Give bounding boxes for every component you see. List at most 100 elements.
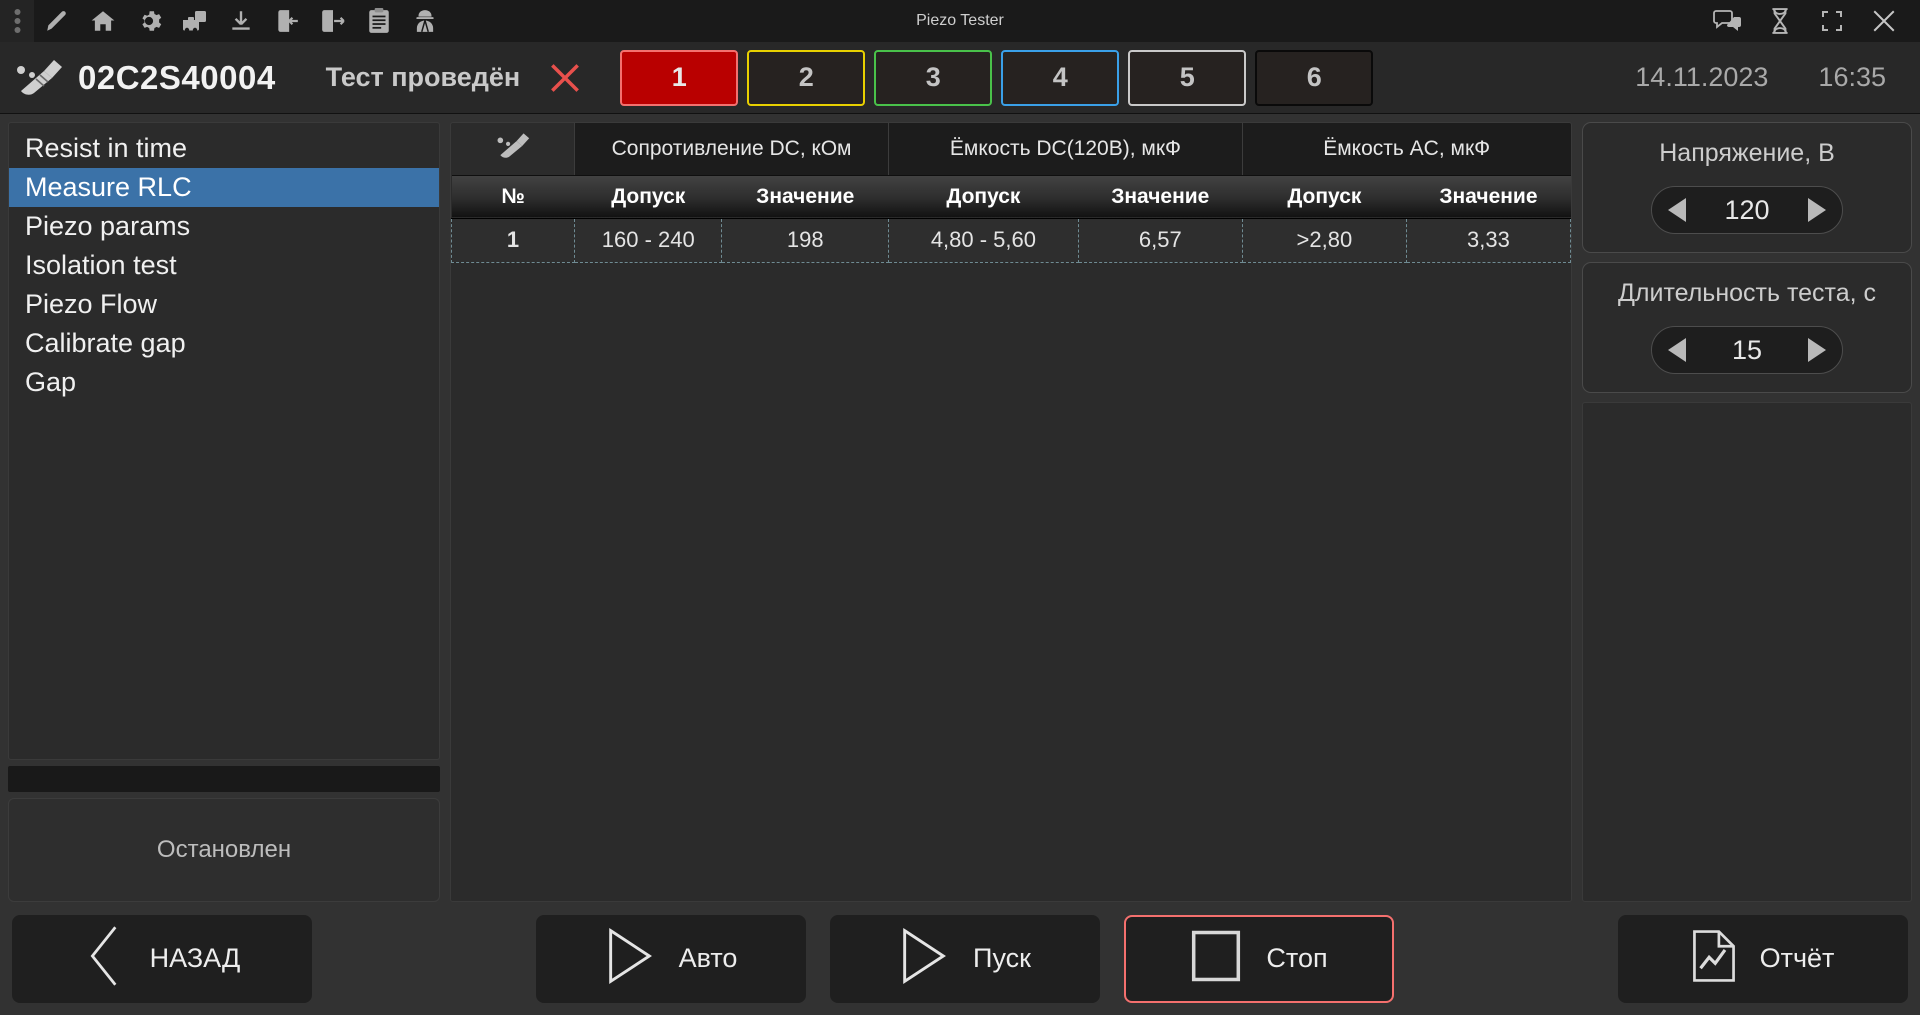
start-button-label: Пуск (973, 943, 1031, 973)
channel-button-label: 3 (925, 62, 941, 92)
table-clear-cell[interactable] (451, 123, 575, 176)
channel-button-label: 5 (1179, 62, 1195, 92)
channel-button-label: 4 (1052, 62, 1068, 92)
channel-button-label: 2 (798, 62, 814, 92)
home-icon[interactable] (80, 0, 126, 42)
play-icon (899, 927, 949, 990)
report-button[interactable]: Отчёт (1618, 914, 1908, 1003)
device-serial: 02C2S40004 (78, 58, 276, 96)
toolbar (0, 0, 448, 42)
stepper-increment-icon[interactable] (1808, 198, 1826, 222)
clipboard-icon[interactable] (356, 0, 402, 42)
import-icon[interactable] (264, 0, 310, 42)
column-header-cell: Допуск (888, 175, 1079, 219)
test-header: 02C2S40004 Тест проведён 1 2 3 4 5 6 14.11.20… (0, 42, 1920, 114)
test-status-text: Тест проведён (325, 62, 521, 92)
parameter-value: 120 (1724, 194, 1770, 225)
table-cell: 6,57 (1077, 217, 1243, 263)
parameter-stepper[interactable]: 120 (1651, 186, 1843, 234)
stop-button-label: Стоп (1266, 943, 1328, 973)
column-header-row: № Допуск Значение Допуск Значение Допуск Значе… (451, 175, 1571, 219)
stepper-decrement-icon[interactable] (1668, 198, 1686, 222)
auto-button-label: Авто (678, 943, 738, 973)
parameter-label: Длительность теста, с (1617, 279, 1876, 307)
channel-button-3[interactable]: 3 (874, 49, 993, 106)
toolbox-icon[interactable] (172, 0, 218, 42)
column-header-cell: Значение (721, 175, 889, 219)
channel-buttons: 1 2 3 4 5 6 (620, 49, 1374, 106)
parameters-panel: Напряжение, В 120 Длительность теста, с 15 (1582, 122, 1912, 902)
pencil-icon[interactable] (34, 0, 80, 42)
chevron-left-icon (84, 925, 126, 992)
parameter-cards: Напряжение, В 120 Длительность теста, с 15 (1582, 122, 1912, 393)
parameters-empty-area (1582, 402, 1912, 902)
channel-button-2[interactable]: 2 (747, 49, 866, 106)
parameter-label: Напряжение, В (1659, 139, 1835, 167)
results-panel: Сопротивление DC, кОм Ёмкость DC(120В), м… (450, 122, 1572, 902)
red-x-icon[interactable] (520, 59, 610, 97)
test-menu-list: Resist in time Measure RLC Piezo params Iso… (8, 122, 440, 760)
machine-status-panel: Остановлен (8, 798, 440, 902)
results-table-body: 1 160 - 240 198 4,80 - 5,60 6,57 >2,80 3,33 (451, 217, 1571, 263)
table-cell: 4,80 - 5,60 (888, 217, 1079, 263)
channel-button-label: 6 (1306, 62, 1322, 92)
channel-button-1[interactable]: 1 (620, 49, 739, 106)
sidebar-item-gap[interactable]: Gap (9, 363, 439, 402)
group-header-cell: Ёмкость AC, мкФ (1241, 123, 1571, 176)
sidebar: Resist in time Measure RLC Piezo params Iso… (8, 122, 440, 902)
table-cell: >2,80 (1241, 217, 1407, 263)
parameter-card: Длительность теста, с 15 (1582, 262, 1912, 393)
table-row[interactable]: 1 160 - 240 198 4,80 - 5,60 6,57 >2,80 3,33 (451, 217, 1571, 263)
datetime: 14.11.2023 16:35 (1635, 62, 1920, 93)
gear-icon[interactable] (126, 0, 172, 42)
group-header-cell: Ёмкость DC(120В), мкФ (888, 123, 1243, 176)
chat-icon[interactable] (1702, 0, 1754, 42)
sidebar-item-isolation-test[interactable]: Isolation test (9, 246, 439, 285)
stop-square-icon (1190, 929, 1242, 988)
sidebar-item-piezo-params[interactable]: Piezo params (9, 207, 439, 246)
column-header-cell: Допуск (574, 175, 722, 219)
window-controls (1702, 0, 1920, 42)
stepper-decrement-icon[interactable] (1668, 338, 1686, 362)
export-icon[interactable] (310, 0, 356, 42)
date-text: 14.11.2023 (1635, 62, 1769, 92)
close-icon[interactable] (1858, 0, 1910, 42)
column-header-cell: Допуск (1242, 175, 1407, 219)
table-cell: 3,33 (1405, 217, 1571, 263)
back-button[interactable]: НАЗАД (12, 914, 312, 1003)
column-header-cell: Значение (1406, 175, 1571, 219)
broom-icon[interactable] (0, 56, 78, 100)
broom-icon (494, 133, 532, 167)
maximize-icon[interactable] (1806, 0, 1858, 42)
channel-button-5[interactable]: 5 (1128, 49, 1247, 106)
channel-button-4[interactable]: 4 (1001, 49, 1120, 106)
parameter-value: 15 (1731, 334, 1763, 365)
column-header-cell: Значение (1078, 175, 1243, 219)
worker-icon[interactable] (402, 0, 448, 42)
stop-button[interactable]: Стоп (1124, 914, 1394, 1003)
play-icon (605, 927, 655, 990)
parameter-stepper[interactable]: 15 (1651, 326, 1843, 374)
start-button[interactable]: Пуск (830, 914, 1100, 1003)
title-bar: Piezo Tester (0, 0, 1920, 42)
sidebar-item-calibrate-gap[interactable]: Calibrate gap (9, 324, 439, 363)
hourglass-icon[interactable] (1754, 0, 1806, 42)
parameter-card: Напряжение, В 120 (1582, 122, 1912, 253)
main-body: Resist in time Measure RLC Piezo params Iso… (0, 114, 1920, 902)
stepper-increment-icon[interactable] (1807, 338, 1826, 362)
group-header-cell: Сопротивление DC, кОм (574, 123, 889, 176)
application-window: Piezo Tester 02C2S40004 Тест проведён 1 … (0, 0, 1920, 1015)
auto-button[interactable]: Авто (536, 914, 806, 1003)
footer-toolbar: НАЗАД Авто Пуск Стоп Отчёт (0, 902, 1920, 1015)
group-header-row: Сопротивление DC, кОм Ёмкость DC(120В), м… (451, 123, 1571, 176)
download-icon[interactable] (218, 0, 264, 42)
sidebar-item-resist-in-time[interactable]: Resist in time (9, 129, 439, 168)
table-cell: 1 (451, 217, 576, 263)
table-cell: 198 (721, 217, 890, 263)
sidebar-item-piezo-flow[interactable]: Piezo Flow (9, 285, 439, 324)
kebab-menu-icon[interactable] (0, 0, 34, 42)
machine-status-text: Остановлен (156, 836, 292, 863)
report-button-label: Отчёт (1759, 943, 1835, 973)
sidebar-item-measure-rlc[interactable]: Measure RLC (9, 168, 439, 207)
channel-button-6[interactable]: 6 (1255, 49, 1374, 106)
